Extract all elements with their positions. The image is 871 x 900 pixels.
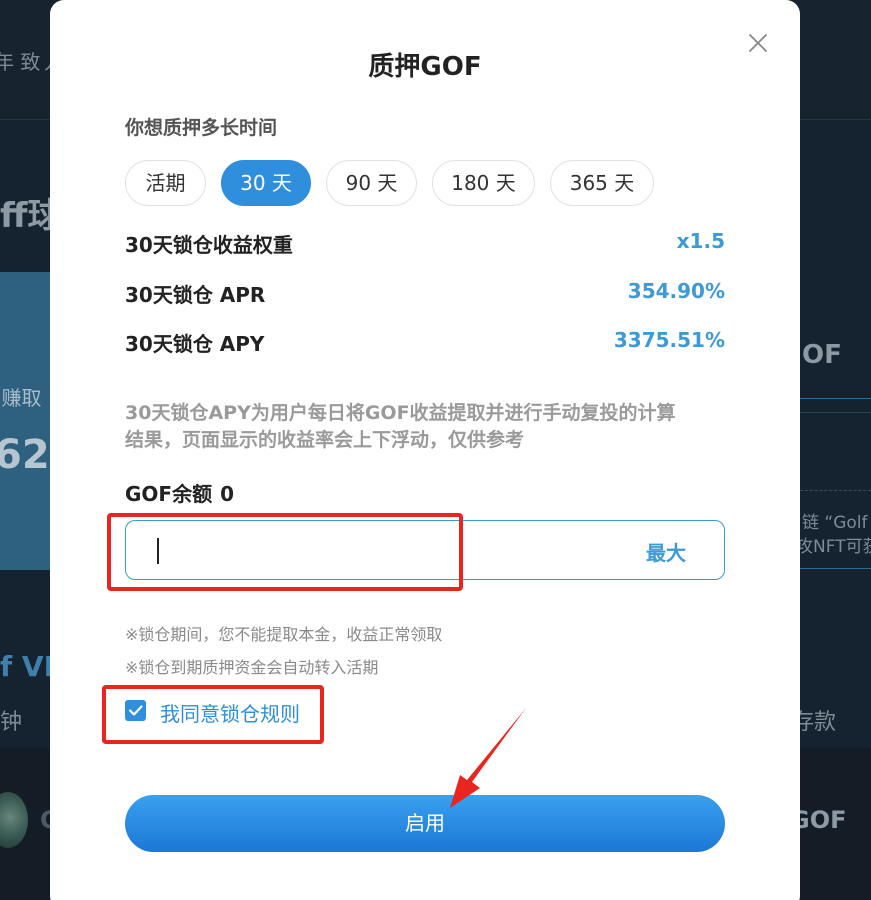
background-gof-label: OF [802, 340, 842, 370]
lock-hint: ※锁仓期间，您不能提取本金，收益正常领取 [125, 625, 443, 644]
stat-row-weight: 30天锁仓收益权重 x1.5 [125, 229, 725, 259]
background-divider [800, 490, 871, 491]
period-option-flexible[interactable]: 活期 [125, 160, 206, 206]
stat-value: x1.5 [676, 229, 725, 253]
gof-balance: GOF余额 0 [125, 478, 234, 507]
stat-value: 354.90% [627, 279, 725, 303]
stat-row-apr: 30天锁仓 APR 354.90% [125, 279, 725, 309]
balance-value: 0 [220, 482, 235, 506]
stat-value: 3375.51% [613, 328, 725, 352]
modal-title: 质押GOF [368, 52, 482, 82]
stat-label: 30天锁仓 APY [125, 332, 265, 356]
background-vip-text: f VI [0, 650, 55, 683]
background-divider [800, 398, 871, 399]
background-earn-text: l赚取 [0, 386, 42, 410]
enable-button[interactable]: 启用 [125, 795, 725, 852]
apy-note-line: 30天锁仓APY为用户每日将GOF收益提取并进行手动复投的计算 [125, 402, 676, 424]
highlight-box-amount [107, 513, 463, 591]
duration-question: 你想质押多长时间 [125, 117, 278, 139]
background-divider [800, 568, 871, 569]
background-nft-text: 攻NFT可获 [796, 537, 871, 557]
apy-note-line: 结果，页面显示的收益率会上下浮动，仅供参考 [125, 429, 525, 451]
period-option-180d[interactable]: 180 天 [432, 160, 535, 206]
stat-label: 30天锁仓 APR [125, 283, 266, 307]
balance-label: GOF余额 [125, 482, 213, 506]
highlight-box-agree [102, 685, 324, 744]
period-option-365d[interactable]: 365 天 [550, 160, 654, 206]
stake-modal: 质押GOF 你想质押多长时间 活期 30 天 90 天 180 天 365 天 … [50, 0, 800, 900]
period-option-90d[interactable]: 90 天 [326, 160, 417, 206]
annotation-arrow-icon [450, 708, 526, 808]
stat-row-apy: 30天锁仓 APY 3375.51% [125, 328, 725, 358]
background-kind-text: 钟 [0, 710, 23, 735]
background-chain-text: 链 “Golf [802, 513, 868, 533]
max-button[interactable]: 最大 [646, 537, 686, 566]
period-option-30d[interactable]: 30 天 [221, 160, 311, 206]
apy-note: 30天锁仓APY为用户每日将GOF收益提取并进行手动复投的计算 结果，页面显示的… [125, 400, 735, 454]
lock-hint: ※锁仓到期质押资金会自动转入活期 [125, 658, 379, 677]
background-divider [800, 412, 871, 413]
stat-label: 30天锁仓收益权重 [125, 233, 293, 257]
